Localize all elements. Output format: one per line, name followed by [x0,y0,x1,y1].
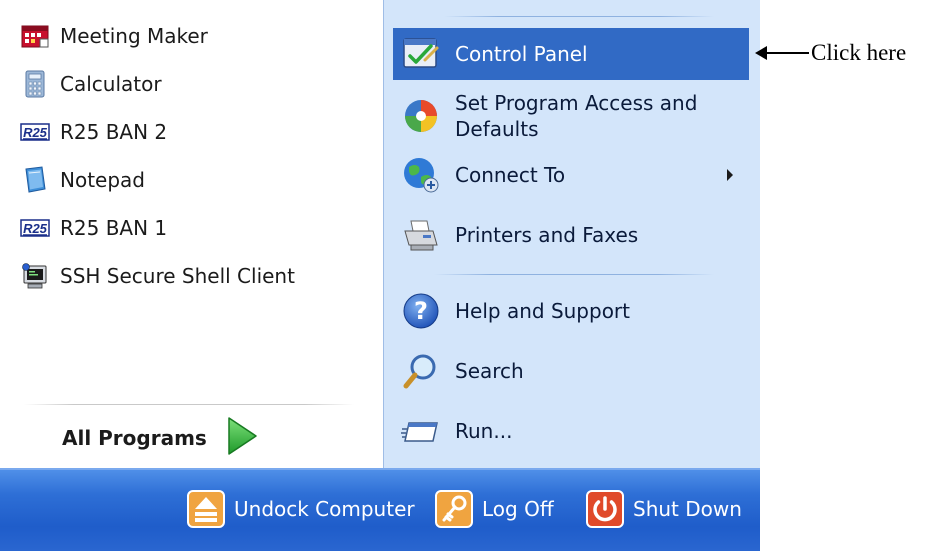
program-label: R25 BAN 1 [60,216,168,240]
program-r25-ban-1[interactable]: R25 R25 BAN 1 [0,204,383,252]
help-and-support-label: Help and Support [455,299,630,323]
help-icon: ? [401,291,441,331]
meeting-maker-icon [20,21,50,51]
r25-icon: R25 [20,213,50,243]
program-ssh-secure-shell-client[interactable]: SSH Secure Shell Client [0,252,383,300]
key-icon [434,489,474,529]
start-menu-bottom-bar: Undock Computer Log Off Shut Down [0,468,760,551]
printers-and-faxes-label: Printers and Faxes [455,223,639,247]
set-program-access-label: Set Program Access and Defaults [455,91,698,141]
annotation-arrow [755,46,809,60]
run-label: Run... [455,419,513,443]
log-off-label: Log Off [482,497,554,521]
printers-and-faxes-item[interactable]: Printers and Faxes [393,210,749,260]
green-play-arrow-icon [225,416,259,460]
run-icon [401,411,441,451]
power-icon [585,489,625,529]
undock-icon [186,489,226,529]
right-pane-top-divider [444,16,714,17]
program-calculator[interactable]: Calculator [0,60,383,108]
program-label: Meeting Maker [60,24,208,48]
notepad-icon [20,165,50,195]
all-programs-button[interactable]: All Programs [62,414,259,462]
start-menu-left-pane: Meeting Maker Calculator R25 R25 BAN 2 N… [0,0,383,468]
annotation-text: Click here [811,40,907,65]
submenu-arrow-icon [727,169,733,181]
all-programs-label: All Programs [62,426,207,450]
calculator-icon [20,69,50,99]
help-and-support-item[interactable]: ? Help and Support [393,286,749,336]
connect-to-item[interactable]: Connect To [393,150,749,200]
start-menu-screenshot: Meeting Maker Calculator R25 R25 BAN 2 N… [0,0,934,551]
run-item[interactable]: Run... [393,406,749,456]
svg-text:R25: R25 [23,221,48,236]
connect-to-label: Connect To [455,163,566,187]
program-label: Calculator [60,72,162,96]
shut-down-label: Shut Down [633,497,742,521]
log-off-button[interactable]: Log Off [434,487,554,531]
program-access-icon [401,96,441,136]
control-panel-label: Control Panel [455,42,588,66]
ssh-client-icon [20,261,50,291]
printer-icon [401,215,441,255]
start-menu-right-pane: Control Panel Set Program Access and Def… [383,0,760,468]
click-here-annotation: Click here [755,38,907,68]
program-label: R25 BAN 2 [60,120,168,144]
program-r25-ban-2[interactable]: R25 R25 BAN 2 [0,108,383,156]
arrow-left-icon [755,46,767,60]
search-item[interactable]: Search [393,346,749,396]
right-pane-divider [434,274,714,275]
search-icon [401,351,441,391]
pinned-programs-list: Meeting Maker Calculator R25 R25 BAN 2 N… [0,12,383,300]
search-label: Search [455,359,524,383]
left-pane-divider [24,404,354,405]
control-panel-icon [401,34,441,74]
svg-text:?: ? [414,297,428,325]
program-meeting-maker[interactable]: Meeting Maker [0,12,383,60]
control-panel-item[interactable]: Control Panel [393,28,749,80]
program-label: Notepad [60,168,145,192]
undock-computer-button[interactable]: Undock Computer [186,487,415,531]
undock-computer-label: Undock Computer [234,497,415,521]
shut-down-button[interactable]: Shut Down [585,487,742,531]
r25-icon: R25 [20,117,50,147]
svg-text:R25: R25 [23,125,48,140]
program-label: SSH Secure Shell Client [60,264,295,288]
set-program-access-item[interactable]: Set Program Access and Defaults [393,88,749,144]
globe-connect-icon [401,155,441,195]
program-notepad[interactable]: Notepad [0,156,383,204]
